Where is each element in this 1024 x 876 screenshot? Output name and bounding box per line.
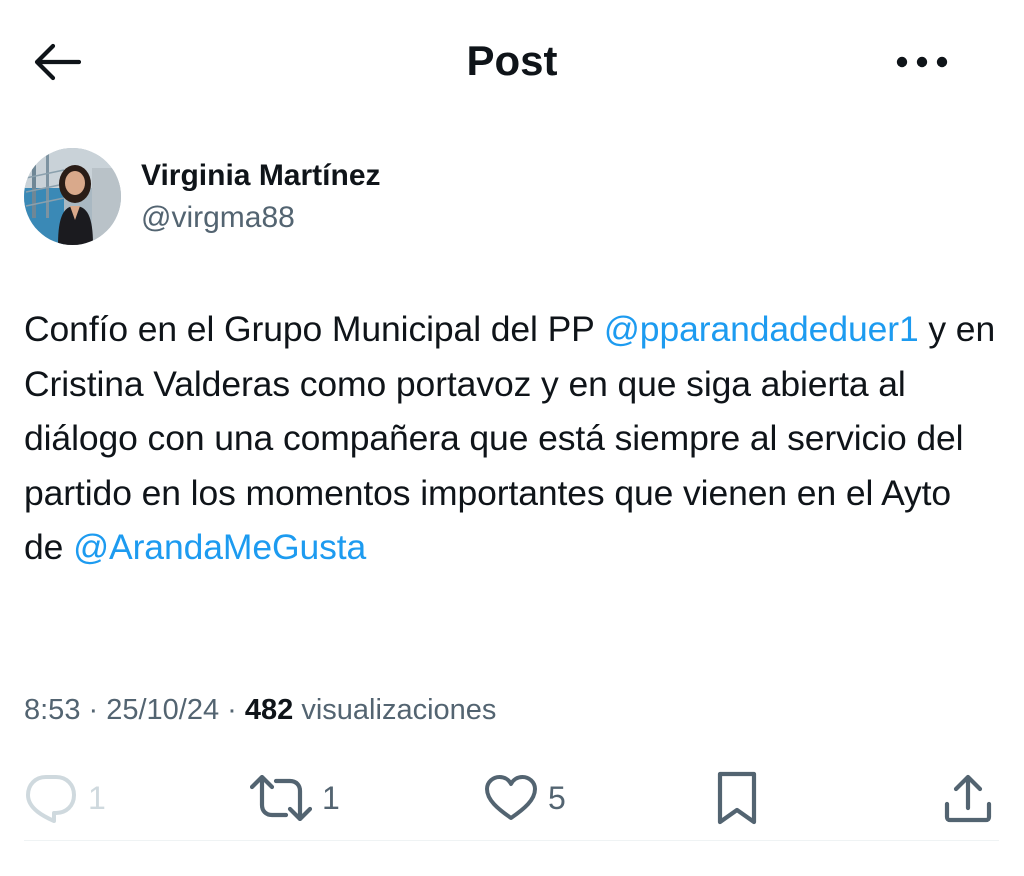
author-name[interactable]: Virginia Martínez bbox=[141, 158, 381, 194]
views-count: 482 bbox=[244, 694, 294, 726]
ellipsis-icon bbox=[896, 56, 948, 68]
reply-count: 1 bbox=[88, 779, 106, 816]
meta-separator: · bbox=[219, 694, 245, 726]
heart-icon bbox=[485, 775, 537, 820]
bookmark-icon bbox=[717, 771, 757, 825]
bookmark-button[interactable] bbox=[714, 762, 760, 834]
repost-button[interactable]: 1 bbox=[250, 762, 340, 834]
post-time[interactable]: 8:53 bbox=[24, 694, 80, 726]
post-meta: 8:53 · 25/10/24 · 482 visualizaciones bbox=[24, 690, 496, 730]
repost-icon bbox=[250, 775, 312, 821]
post-date[interactable]: 25/10/24 bbox=[106, 694, 219, 726]
action-bar: 1 1 5 bbox=[24, 762, 999, 834]
profile-photo bbox=[24, 148, 121, 245]
page-title: Post bbox=[466, 37, 558, 84]
avatar[interactable] bbox=[24, 148, 121, 245]
mention-link[interactable]: @ArandaMeGusta bbox=[73, 527, 366, 567]
divider bbox=[24, 840, 999, 841]
reply-icon bbox=[26, 775, 76, 823]
like-button[interactable]: 5 bbox=[484, 762, 566, 834]
more-options-button[interactable] bbox=[888, 40, 956, 84]
reply-button[interactable]: 1 bbox=[24, 762, 106, 834]
top-bar: Post bbox=[0, 0, 1024, 120]
post-author: Virginia Martínez @virgma88 bbox=[24, 148, 924, 248]
meta-separator: · bbox=[80, 694, 107, 726]
post-text-part: Confío en el Grupo Municipal del PP bbox=[24, 309, 604, 349]
like-count: 5 bbox=[548, 779, 566, 816]
repost-count: 1 bbox=[322, 779, 340, 816]
views-label: visualizaciones bbox=[293, 694, 497, 726]
mention-link[interactable]: @pparandadeduer1 bbox=[604, 309, 919, 349]
post-text: Confío en el Grupo Municipal del PP @ppa… bbox=[24, 302, 999, 575]
share-button[interactable] bbox=[942, 762, 994, 834]
author-handle[interactable]: @virgma88 bbox=[141, 200, 295, 236]
share-icon bbox=[944, 774, 992, 823]
